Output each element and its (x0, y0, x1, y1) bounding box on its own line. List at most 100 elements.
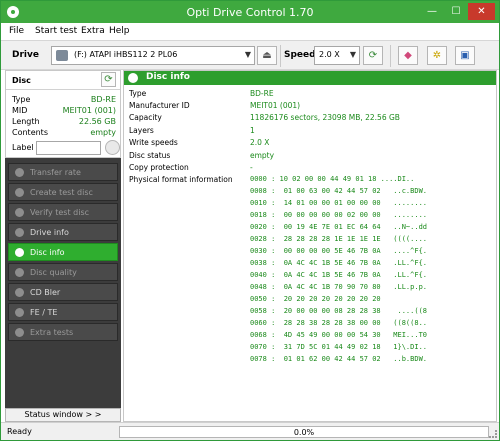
disc-box-title: Disc (12, 76, 31, 85)
info-row-write-speeds: Write speeds 2.0 X (129, 138, 493, 150)
nav-label: FE / TE (30, 308, 58, 317)
left-panel: Disc ⟳ Type BD-RE MID MEIT01 (001) Lengt… (5, 70, 121, 408)
minimize-button[interactable]: — (421, 3, 443, 20)
nav-label: Verify test disc (30, 208, 90, 217)
save-icon: ▣ (460, 50, 470, 61)
disc-icon (15, 208, 24, 217)
menu-file[interactable]: File (9, 26, 24, 36)
info-label: Physical format information (129, 175, 233, 184)
info-row-capacity: Capacity 11826176 sectors, 23098 MB, 22.… (129, 113, 493, 125)
hex-line: 0048 : 0A 4C 4C 1B 70 90 70 80 .LL.p.p. (250, 283, 428, 291)
speed-select-value: 2.0 X (319, 50, 340, 59)
disc-icon (15, 188, 24, 197)
disc-icon (15, 268, 24, 277)
info-label: Type (129, 89, 147, 98)
refresh-icon: ⟳ (368, 50, 378, 61)
nav-disc-quality[interactable]: Disc quality (8, 263, 118, 281)
info-label: Layers (129, 126, 154, 135)
refresh-icon: ⟳ (104, 74, 113, 85)
info-row-layers: Layers 1 (129, 126, 493, 138)
menu-help[interactable]: Help (109, 26, 130, 36)
drive-label: Drive (12, 50, 39, 60)
info-value: 2.0 X (250, 138, 270, 147)
speed-label: Speed (284, 50, 316, 60)
status-text: Ready (7, 427, 32, 436)
disc-icon (15, 308, 24, 317)
info-row-type: Type BD-RE (129, 89, 493, 101)
info-value: BD-RE (250, 89, 274, 98)
nav-label: Disc quality (30, 268, 77, 277)
field-value: BD-RE (90, 95, 116, 104)
toolbar-separator (390, 45, 391, 67)
resize-grip[interactable] (489, 430, 497, 438)
nav-create-test-disc[interactable]: Create test disc (8, 183, 118, 201)
field-value: empty (90, 128, 116, 137)
drive-select-value: (F:) ATAPI iHBS112 2 PL06 (74, 50, 178, 59)
refresh-disc-button[interactable]: ⟳ (101, 72, 116, 87)
erase-button[interactable]: ◆ (398, 46, 418, 65)
drive-select[interactable]: (F:) ATAPI iHBS112 2 PL06 ▼ (51, 46, 255, 65)
disc-icon (15, 288, 24, 297)
nav-label: CD Bler (30, 288, 61, 297)
eject-icon: ⏏ (262, 50, 272, 61)
disc-icon (128, 73, 138, 83)
nav-label: Transfer rate (30, 168, 81, 177)
hex-line: 0010 : 14 01 00 00 01 00 00 00 ........ (250, 199, 428, 207)
hex-line: 0050 : 20 20 20 20 20 20 20 20 (250, 295, 428, 303)
speed-select[interactable]: 2.0 X ▼ (314, 46, 360, 65)
info-label: Copy protection (129, 163, 189, 172)
field-label: Length (12, 117, 40, 126)
nav-verify-test-disc[interactable]: Verify test disc (8, 203, 118, 221)
disc-icon (15, 168, 24, 177)
eraser-icon: ◆ (404, 50, 412, 61)
hex-line: 0030 : 00 00 00 00 5E 46 7B 0A ....^F{. (250, 247, 428, 255)
info-row-disc-status: Disc status empty (129, 151, 493, 163)
label-apply-button[interactable] (105, 140, 120, 155)
hex-line: 0078 : 01 01 62 00 42 44 57 02 ..b.BDW. (250, 355, 428, 363)
disc-icon (15, 228, 24, 237)
nav-label: Create test disc (30, 188, 93, 197)
nav-extra-tests[interactable]: Extra tests (8, 323, 118, 341)
field-label: Type (12, 95, 31, 104)
info-value: 0000 : 10 02 00 00 44 49 01 18 ....DI.. (250, 175, 415, 183)
disc-icon (15, 248, 24, 257)
info-row-copy-protection: Copy protection - (129, 163, 493, 175)
nav-cd-bler[interactable]: CD Bler (8, 283, 118, 301)
nav-drive-info[interactable]: Drive info (8, 223, 118, 241)
title-bar: Opti Drive Control 1.70 — ☐ ✕ (1, 1, 499, 23)
label-input[interactable] (36, 141, 101, 155)
eject-button[interactable]: ⏏ (257, 46, 277, 65)
disc-icon (15, 328, 24, 337)
status-window-button[interactable]: Status window > > (5, 408, 121, 422)
menu-start-test[interactable]: Start test (35, 26, 77, 36)
info-label: Disc status (129, 151, 171, 160)
info-label: Manufacturer ID (129, 101, 190, 110)
hex-line: 0038 : 0A 4C 4C 1B 5E 46 7B 0A .LL.^F{. (250, 259, 428, 267)
nav-disc-info[interactable]: Disc info (8, 243, 118, 261)
chevron-down-icon: ▼ (244, 50, 251, 59)
toolbar-separator (280, 45, 281, 67)
hex-line: 0008 : 01 00 63 00 42 44 57 02 ..c.BDW. (250, 187, 428, 195)
hex-line: 0058 : 20 00 00 00 08 28 28 38 ....((8 (250, 307, 428, 315)
menu-extra[interactable]: Extra (81, 26, 105, 36)
settings-button[interactable]: ✲ (427, 46, 447, 65)
info-row-manufacturer-id: Manufacturer ID MEIT01 (001) (129, 101, 493, 113)
progress-text: 0.0% (293, 428, 315, 437)
menu-bar: File Start test Extra Help (1, 23, 499, 40)
hex-line: 0028 : 28 28 28 28 1E 1E 1E 1E ((((.... (250, 235, 428, 243)
hex-line: 0070 : 31 7D 5C 01 44 49 02 18 1}\.DI.. (250, 343, 428, 351)
nav-label: Disc info (30, 248, 65, 257)
save-button[interactable]: ▣ (455, 46, 475, 65)
disc-info-panel: Disc info Type BD-RE Manufacturer ID MEI… (123, 70, 497, 422)
divider (6, 89, 120, 90)
close-button[interactable]: ✕ (468, 3, 495, 20)
info-row-physical-format: Physical format information 0000 : 10 02… (129, 175, 493, 187)
nav-label: Extra tests (30, 328, 74, 337)
maximize-button[interactable]: ☐ (445, 3, 467, 20)
field-value: MEIT01 (001) (62, 106, 116, 115)
refresh-speed-button[interactable]: ⟳ (363, 46, 383, 65)
nav-fe-te[interactable]: FE / TE (8, 303, 118, 321)
nav-transfer-rate[interactable]: Transfer rate (8, 163, 118, 181)
app-window: Opti Drive Control 1.70 — ☐ ✕ File Start… (0, 0, 500, 441)
info-label: Capacity (129, 113, 162, 122)
